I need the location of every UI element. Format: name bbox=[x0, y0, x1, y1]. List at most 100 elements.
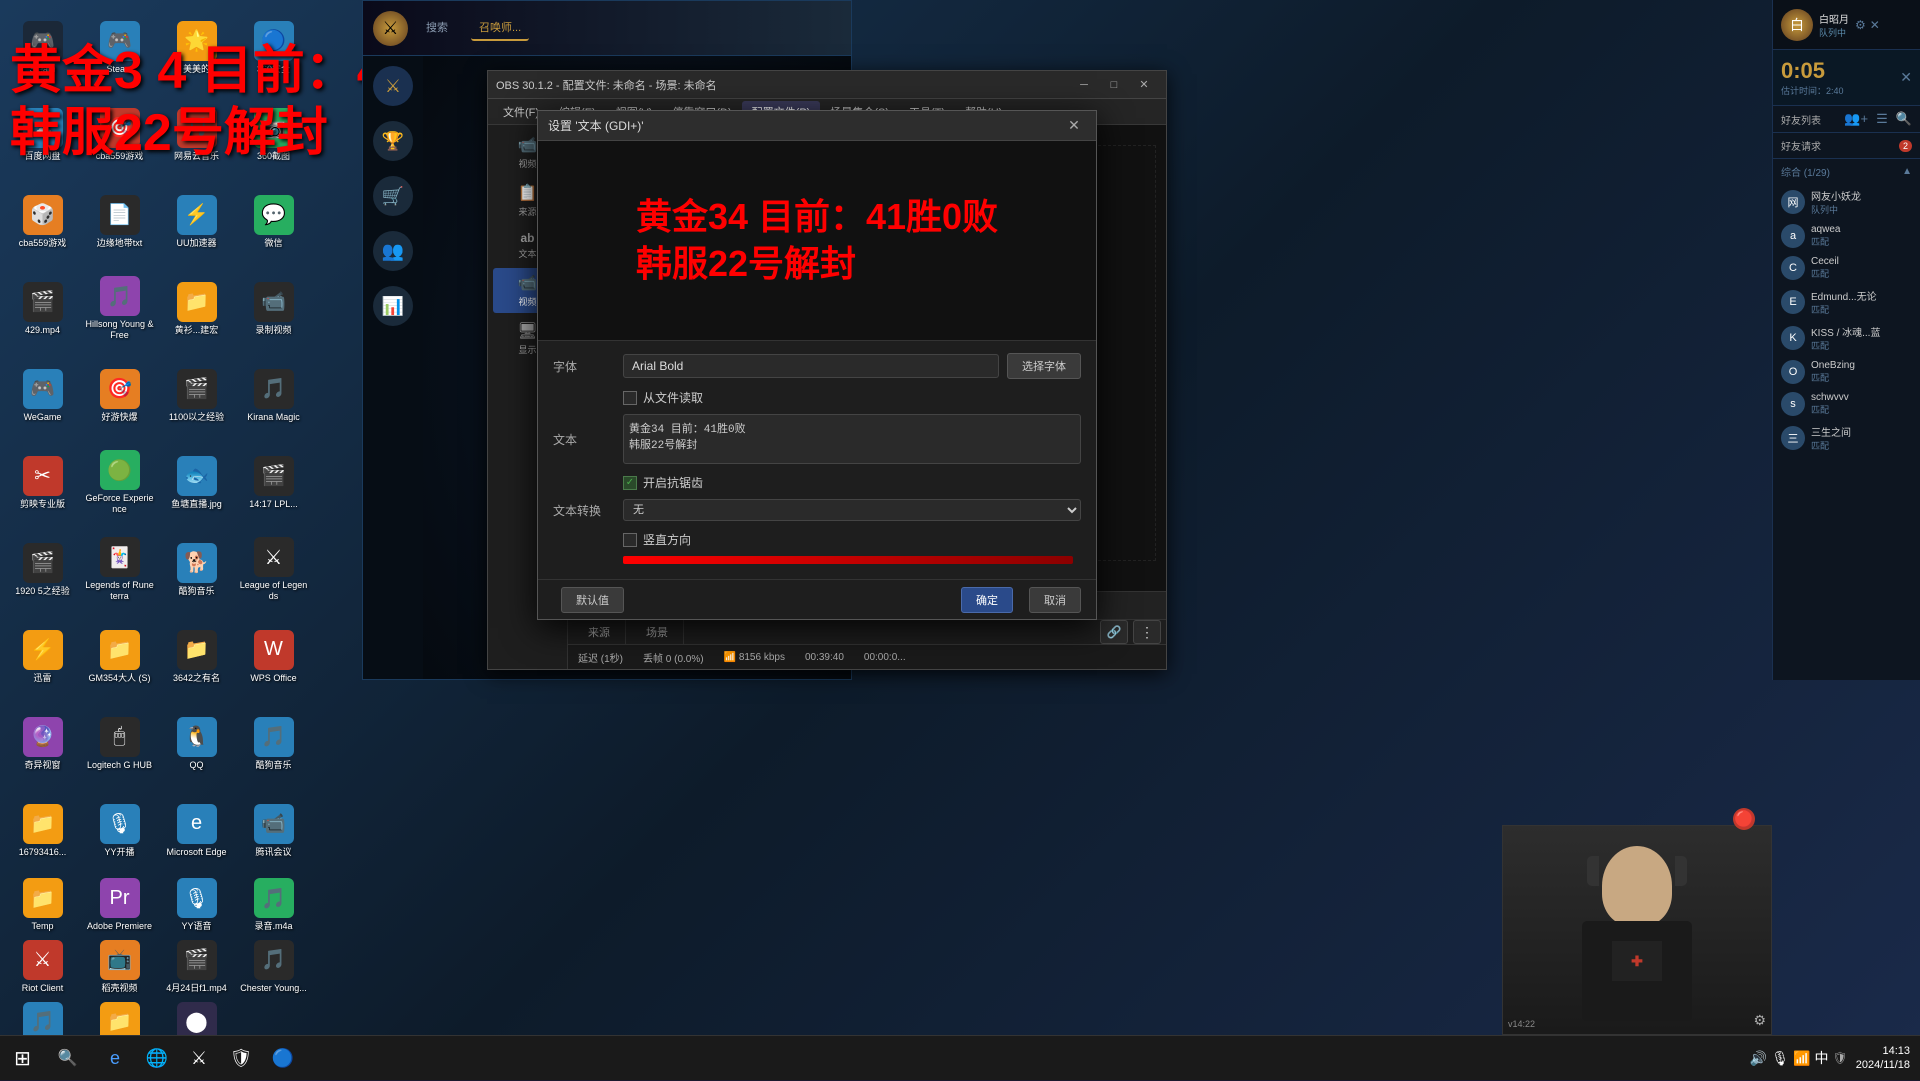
desktop-icon-19[interactable]: 🎵 Kirana Magic bbox=[236, 353, 311, 438]
taskbar-edge-icon[interactable]: 🌐 bbox=[137, 1038, 177, 1078]
desktop-icon-40[interactable]: 📁 Temp bbox=[5, 875, 80, 935]
desktop-icon-44[interactable]: ⚔ Riot Client bbox=[5, 937, 80, 997]
friends-close-icon[interactable]: ✕ bbox=[1870, 18, 1880, 32]
desktop-icon-46[interactable]: 🎬 4月24日f1.mp4 bbox=[159, 937, 234, 997]
friends-matchmaking-close-button[interactable]: ✕ bbox=[1900, 69, 1912, 86]
dialog-close-button[interactable]: ✕ bbox=[1062, 115, 1086, 137]
taskbar-start-button[interactable]: ⊞ bbox=[0, 1036, 45, 1081]
taskbar-lang-icon[interactable]: 中 bbox=[1815, 1048, 1829, 1068]
desktop-icon-20[interactable]: ✂ 剪映专业版 bbox=[5, 440, 80, 525]
friends-settings-icon[interactable]: ⚙ bbox=[1855, 18, 1866, 32]
obs-tab-sources[interactable]: 来源 bbox=[573, 620, 626, 644]
desktop-icon-16[interactable]: 🎮 WeGame bbox=[5, 353, 80, 438]
lol-sidebar-profile[interactable]: 👥 bbox=[373, 231, 413, 271]
desktop-icon-21[interactable]: 🟢 GeForce Experience bbox=[82, 440, 157, 525]
friends-search-icon[interactable]: 🔍 bbox=[1896, 111, 1912, 127]
dialog-file-checkbox[interactable] bbox=[623, 391, 637, 405]
lol-sidebar-trophy[interactable]: 🏆 bbox=[373, 121, 413, 161]
taskbar-chrome-icon[interactable]: e bbox=[95, 1038, 135, 1078]
desktop-icon-32[interactable]: 🔮 奇异视窗 bbox=[5, 701, 80, 786]
taskbar-sound-icon[interactable]: 🔊 bbox=[1750, 1050, 1767, 1067]
lol-nav-search[interactable]: 搜索 bbox=[418, 15, 456, 41]
desktop-icon-41[interactable]: Pr Adobe Premiere bbox=[82, 875, 157, 935]
obs-minimize-button[interactable]: ─ bbox=[1070, 75, 1098, 95]
dialog-text-input[interactable]: 黄金34 目前：41胜0败 韩服22号解封 bbox=[623, 414, 1081, 464]
dialog-antialias-checkbox[interactable]: ✓ bbox=[623, 476, 637, 490]
desktop-icon-34[interactable]: 🐧 QQ bbox=[159, 701, 234, 786]
friends-request-row[interactable]: 好友请求 2 bbox=[1773, 133, 1920, 159]
taskbar-riot-icon[interactable]: 🛡 bbox=[221, 1038, 261, 1078]
friend-item-6[interactable]: s schwvvv 匹配 bbox=[1773, 388, 1920, 420]
desktop-icon-39[interactable]: 📹 腾讯会议 bbox=[236, 788, 311, 873]
desktop-icon-10[interactable]: ⚡ UU加速器 bbox=[159, 179, 234, 264]
desktop-icon-23[interactable]: 🎬 14:17 LPL... bbox=[236, 440, 311, 525]
friends-view-toggle-icon[interactable]: ☰ bbox=[1876, 111, 1888, 127]
desktop-icon-25[interactable]: 🃏 Legends of Runeterra bbox=[82, 527, 157, 612]
lol-sidebar-stats[interactable]: 📊 bbox=[373, 286, 413, 326]
desktop-icon-29[interactable]: 📁 GM354大人 (S) bbox=[82, 614, 157, 699]
lol-nav-summon[interactable]: 召唤师... bbox=[471, 15, 529, 41]
dialog-cancel-button[interactable]: 取消 bbox=[1029, 587, 1081, 613]
webcam-settings-icon[interactable]: ⚙ bbox=[1753, 1012, 1766, 1029]
friends-panel: 白 白昭月 队列中 ⚙ ✕ 0:05 估计时间：2:40 ✕ 好友列表 👥+ ☰ bbox=[1772, 0, 1920, 680]
obs-source-video-label: 视频 bbox=[518, 157, 536, 170]
friend-item-3[interactable]: E Edmund...无论 匹配 bbox=[1773, 284, 1920, 320]
desktop-icon-30[interactable]: 📁 3642之有名 bbox=[159, 614, 234, 699]
dialog-vertical-checkbox[interactable] bbox=[623, 533, 637, 547]
lol-sidebar-shop[interactable]: 🛒 bbox=[373, 176, 413, 216]
desktop-icon-13[interactable]: 🎵 Hillsong Young & Free bbox=[82, 266, 157, 351]
obs-close-button[interactable]: ✕ bbox=[1130, 75, 1158, 95]
desktop-icon-45[interactable]: 📺 稻壳视频 bbox=[82, 937, 157, 997]
desktop-icon-17[interactable]: 🎯 好游快爆 bbox=[82, 353, 157, 438]
taskbar-lol-icon[interactable]: ⚔ bbox=[179, 1038, 219, 1078]
desktop-icon-9[interactable]: 📄 边缘地带txt bbox=[82, 179, 157, 264]
desktop-icon-18[interactable]: 🎬 1100以之经验 bbox=[159, 353, 234, 438]
taskbar-antivirus-icon[interactable]: 🛡 bbox=[1833, 1051, 1848, 1065]
desktop-icon-35[interactable]: 🎵 酷狗音乐 bbox=[236, 701, 311, 786]
dialog-ok-button[interactable]: 确定 bbox=[961, 587, 1013, 613]
desktop-icon-38[interactable]: e Microsoft Edge bbox=[159, 788, 234, 873]
desktop-icon-14[interactable]: 📁 黄衫...建宏 bbox=[159, 266, 234, 351]
friend-item-7[interactable]: 三 三生之间 匹配 bbox=[1773, 420, 1920, 456]
taskbar-search-button[interactable]: 🔍 bbox=[45, 1036, 90, 1081]
desktop-icon-img-23: 🎬 bbox=[254, 456, 294, 496]
desktop-icon-11[interactable]: 💬 微信 bbox=[236, 179, 311, 264]
desktop-icon-15[interactable]: 📹 录制视频 bbox=[236, 266, 311, 351]
dialog-default-button[interactable]: 默认值 bbox=[561, 587, 624, 613]
taskbar-other-icon[interactable]: 🔵 bbox=[263, 1038, 303, 1078]
friend-item-4[interactable]: K KISS / 冰魂...蓝 匹配 bbox=[1773, 320, 1920, 356]
friend-status-6: 匹配 bbox=[1811, 403, 1912, 416]
dialog-color-row bbox=[553, 556, 1081, 564]
desktop-icon-8[interactable]: 🎲 cba559游戏 bbox=[5, 179, 80, 264]
desktop-icon-12[interactable]: 🎬 429.mp4 bbox=[5, 266, 80, 351]
obs-tab-scenes[interactable]: 场景 bbox=[631, 620, 684, 644]
friend-item-5[interactable]: O OneBzing 匹配 bbox=[1773, 356, 1920, 388]
desktop-icon-26[interactable]: 🐕 酷狗音乐 bbox=[159, 527, 234, 612]
desktop-icon-43[interactable]: 🎵 录音.m4a bbox=[236, 875, 311, 935]
desktop-icon-37[interactable]: 🎙 YY开播 bbox=[82, 788, 157, 873]
lol-sidebar-battle[interactable]: ⚔ bbox=[373, 66, 413, 106]
friend-status-2: 匹配 bbox=[1811, 267, 1912, 280]
taskbar-network-icon[interactable]: 📶 bbox=[1793, 1050, 1810, 1067]
desktop-icon-33[interactable]: 🖱 Logitech G HUB bbox=[82, 701, 157, 786]
friends-section-all[interactable]: 综合 (1/29) ▲ bbox=[1773, 159, 1920, 184]
desktop-icon-47[interactable]: 🎵 Chester Young... bbox=[236, 937, 311, 997]
desktop-icon-31[interactable]: W WPS Office bbox=[236, 614, 311, 699]
friend-status-1: 匹配 bbox=[1811, 235, 1912, 248]
dialog-select-font-button[interactable]: 选择字体 bbox=[1007, 353, 1081, 379]
friend-item-0[interactable]: 网 网友小妖龙 队列中 bbox=[1773, 184, 1920, 220]
friend-item-2[interactable]: C Ceceil 匹配 bbox=[1773, 252, 1920, 284]
obs-maximize-button[interactable]: □ bbox=[1100, 75, 1128, 95]
obs-scene-link-button[interactable]: 🔗 bbox=[1100, 620, 1128, 644]
friends-add-icon[interactable]: 👥+ bbox=[1844, 111, 1868, 127]
desktop-icon-22[interactable]: 🐟 鱼塘直播.jpg bbox=[159, 440, 234, 525]
desktop-icon-27[interactable]: ⚔ League of Legends bbox=[236, 527, 311, 612]
desktop-icon-24[interactable]: 🎬 1920 5之经验 bbox=[5, 527, 80, 612]
desktop-icon-36[interactable]: 📁 16793416... bbox=[5, 788, 80, 873]
desktop-icon-28[interactable]: ⚡ 迅雷 bbox=[5, 614, 80, 699]
dialog-transform-select[interactable]: 无 bbox=[623, 499, 1081, 521]
taskbar-mic-icon[interactable]: 🎙 bbox=[1771, 1050, 1789, 1067]
friend-item-1[interactable]: a aqwea 匹配 bbox=[1773, 220, 1920, 252]
desktop-icon-42[interactable]: 🎙 YY语音 bbox=[159, 875, 234, 935]
obs-scene-more-button[interactable]: ⋮ bbox=[1133, 620, 1161, 644]
